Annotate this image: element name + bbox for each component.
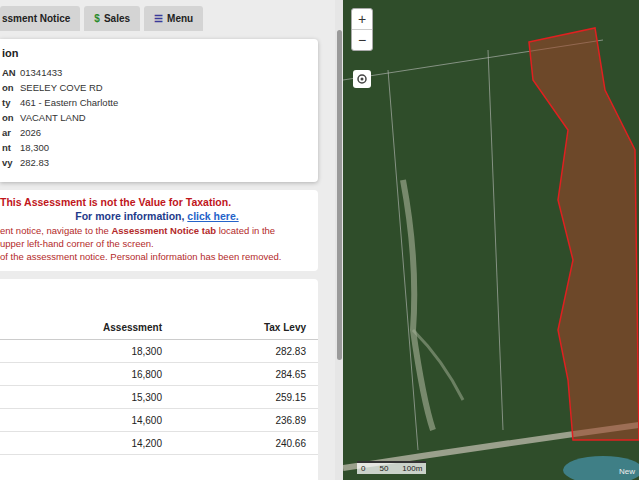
more-link[interactable]: click here. xyxy=(187,210,238,222)
info-field: ar2026 xyxy=(2,125,312,140)
zoom-in-button[interactable]: + xyxy=(352,9,372,30)
warning-text: This Assessment is not the Value for Tax… xyxy=(0,196,314,208)
tab[interactable]: $Sales xyxy=(84,6,140,31)
info-field: onVACANT LAND xyxy=(2,110,312,125)
info-field: AN01341433 xyxy=(2,65,312,80)
map-attribution: New xyxy=(619,467,635,476)
scrollbar[interactable] xyxy=(335,0,343,480)
parcel-overlay xyxy=(343,0,639,480)
locate-button[interactable] xyxy=(353,70,371,88)
tab-icon: $ xyxy=(94,13,100,24)
scale-bar: 050100m xyxy=(357,461,426,474)
info-field: nt18,300 xyxy=(2,140,312,155)
card-title: ion xyxy=(2,47,312,59)
notice-line: upper left-hand corner of the screen. xyxy=(0,237,314,250)
table-header: AssessmentTax Levy xyxy=(0,315,318,340)
table-row: 14,200240.66 xyxy=(0,432,318,455)
tab-icon: ☰ xyxy=(154,13,163,24)
info-field: ty461 - Eastern Charlotte xyxy=(2,95,312,110)
history-table: AssessmentTax Levy18,300282.8316,800284.… xyxy=(0,279,318,480)
table-row: 15,300259.15 xyxy=(0,386,318,409)
tab[interactable]: ☰Menu xyxy=(144,6,203,31)
locate-icon xyxy=(356,73,368,85)
notice-line: of the assessment notice. Personal infor… xyxy=(0,250,314,263)
table-row: 18,300282.83 xyxy=(0,340,318,363)
app: ssment Notice$Sales☰Menu ion AN01341433onS… xyxy=(0,0,639,480)
zoom-out-button[interactable]: − xyxy=(352,30,372,50)
tab-bar: ssment Notice$Sales☰Menu xyxy=(0,0,335,31)
zoom-control: +− xyxy=(351,8,373,51)
table-row: 14,600236.89 xyxy=(0,409,318,432)
table-row: 16,800284.65 xyxy=(0,363,318,386)
map[interactable]: +− 050100m New xyxy=(343,0,639,480)
notice-line: ent notice, navigate to the Assessment N… xyxy=(0,224,314,237)
left-panel: ssment Notice$Sales☰Menu ion AN01341433onS… xyxy=(0,0,335,480)
info-field: vy282.83 xyxy=(2,155,312,170)
notice-card: This Assessment is not the Value for Tax… xyxy=(0,190,318,271)
tab[interactable]: ssment Notice xyxy=(0,6,80,31)
more-info: For more information, click here. xyxy=(0,210,314,222)
info-card: ion AN01341433onSEELEY COVE RDty461 - Eas… xyxy=(0,39,318,182)
info-field: onSEELEY COVE RD xyxy=(2,80,312,95)
